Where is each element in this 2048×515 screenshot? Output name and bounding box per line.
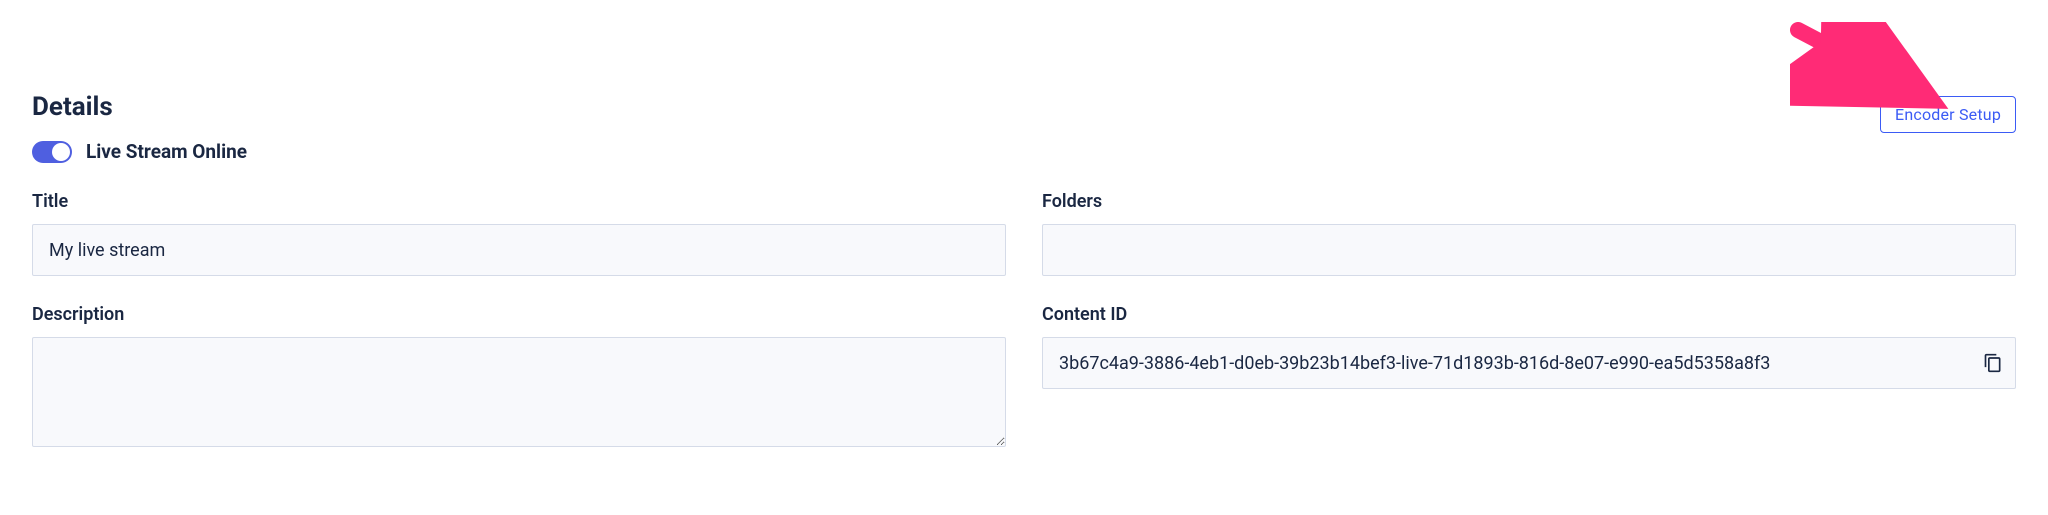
title-input[interactable] (32, 224, 1006, 276)
description-textarea[interactable] (32, 337, 1006, 447)
folders-label: Folders (1042, 191, 2016, 212)
description-field-group: Description (32, 304, 1006, 447)
content-id-label: Content ID (1042, 304, 2016, 325)
description-label: Description (32, 304, 1006, 325)
title-label: Title (32, 191, 1006, 212)
copy-content-id-button[interactable] (1982, 352, 2004, 374)
content-id-field-group: Content ID 3b67c4a9-3886-4eb1-d0eb-39b23… (1042, 304, 2016, 447)
copy-icon (1983, 353, 2003, 373)
live-stream-toggle-label: Live Stream Online (86, 140, 247, 163)
page-title: Details (32, 92, 2016, 122)
folders-input[interactable] (1042, 224, 2016, 276)
folders-field-group: Folders (1042, 191, 2016, 276)
form-row-2: Description Content ID 3b67c4a9-3886-4eb… (32, 304, 2016, 447)
encoder-setup-button[interactable]: Encoder Setup (1880, 96, 2016, 133)
live-stream-toggle[interactable] (32, 141, 72, 163)
live-stream-toggle-row: Live Stream Online (32, 140, 2016, 163)
content-id-wrap: 3b67c4a9-3886-4eb1-d0eb-39b23b14bef3-liv… (1042, 337, 2016, 389)
content-id-value: 3b67c4a9-3886-4eb1-d0eb-39b23b14bef3-liv… (1042, 337, 2016, 389)
form-row-1: Title Folders (32, 191, 2016, 276)
toggle-knob (52, 143, 70, 161)
title-field-group: Title (32, 191, 1006, 276)
